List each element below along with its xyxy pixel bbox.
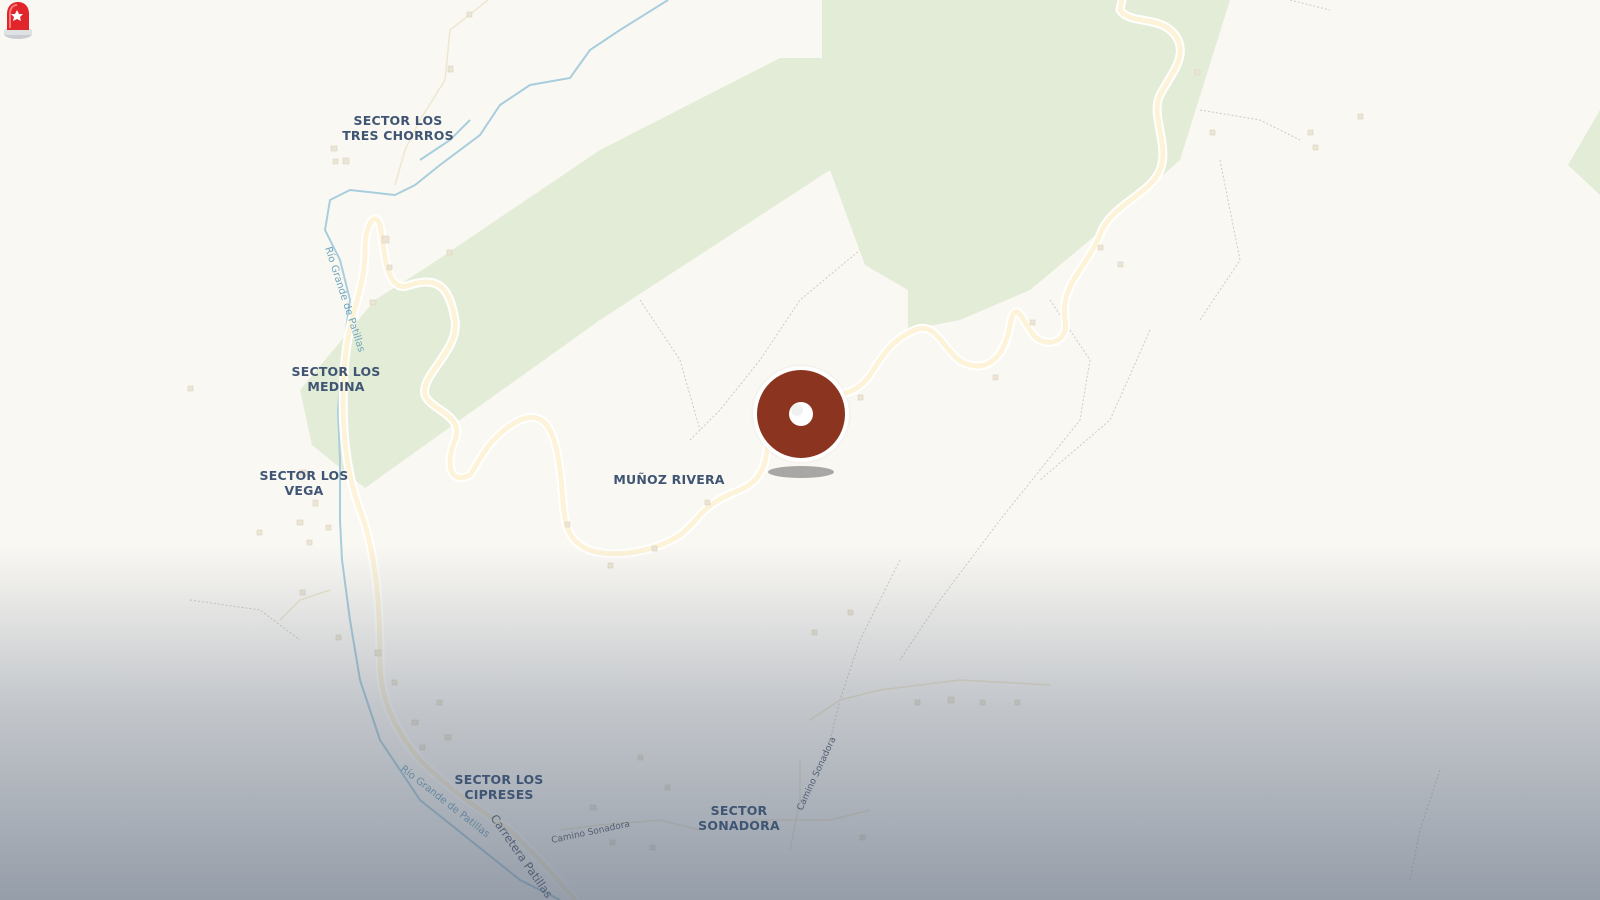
camino-sonadora-label-1: Camino Sonadora bbox=[551, 820, 631, 846]
place-label-line: SECTOR LOS bbox=[291, 364, 381, 379]
camino-sonadora-label-2: Camino Sonadora bbox=[796, 736, 839, 813]
place-label-line: SONADORA bbox=[698, 818, 780, 833]
place-label-munoz-rivera: MUÑOZ RIVERA bbox=[613, 472, 724, 487]
place-label-line: SECTOR LOS bbox=[454, 772, 544, 787]
place-label-cipreses: SECTOR LOS CIPRESES bbox=[455, 772, 544, 802]
carretera-label: Carretera Patillas - C bbox=[488, 812, 567, 900]
marker-center-dot bbox=[791, 404, 803, 416]
place-label-tres-chorros: SECTOR LOS TRES CHORROS bbox=[342, 113, 454, 143]
place-label-sonadora: SECTOR SONADORA bbox=[698, 803, 780, 833]
place-label-medina: SECTOR LOS MEDINA bbox=[292, 364, 381, 394]
place-label-line: MEDINA bbox=[307, 379, 365, 394]
place-label-line: VEGA bbox=[284, 483, 324, 498]
place-label-line: SECTOR bbox=[710, 803, 768, 818]
marker-shadow bbox=[768, 466, 834, 478]
place-label-line: CIPRESES bbox=[464, 787, 534, 802]
place-label-line: SECTOR LOS bbox=[259, 468, 349, 483]
forest-area bbox=[1568, 110, 1600, 195]
place-label-line: MUÑOZ RIVERA bbox=[613, 472, 725, 487]
map-canvas[interactable]: Río Grande de Patillas Río Grande de Pat… bbox=[0, 0, 1600, 900]
siren-icon bbox=[4, 2, 32, 39]
place-label-vega: SECTOR LOS VEGA bbox=[260, 468, 349, 498]
incident-marker[interactable] bbox=[753, 366, 849, 462]
place-label-line: TRES CHORROS bbox=[342, 128, 454, 143]
place-label-line: SECTOR LOS bbox=[353, 113, 443, 128]
